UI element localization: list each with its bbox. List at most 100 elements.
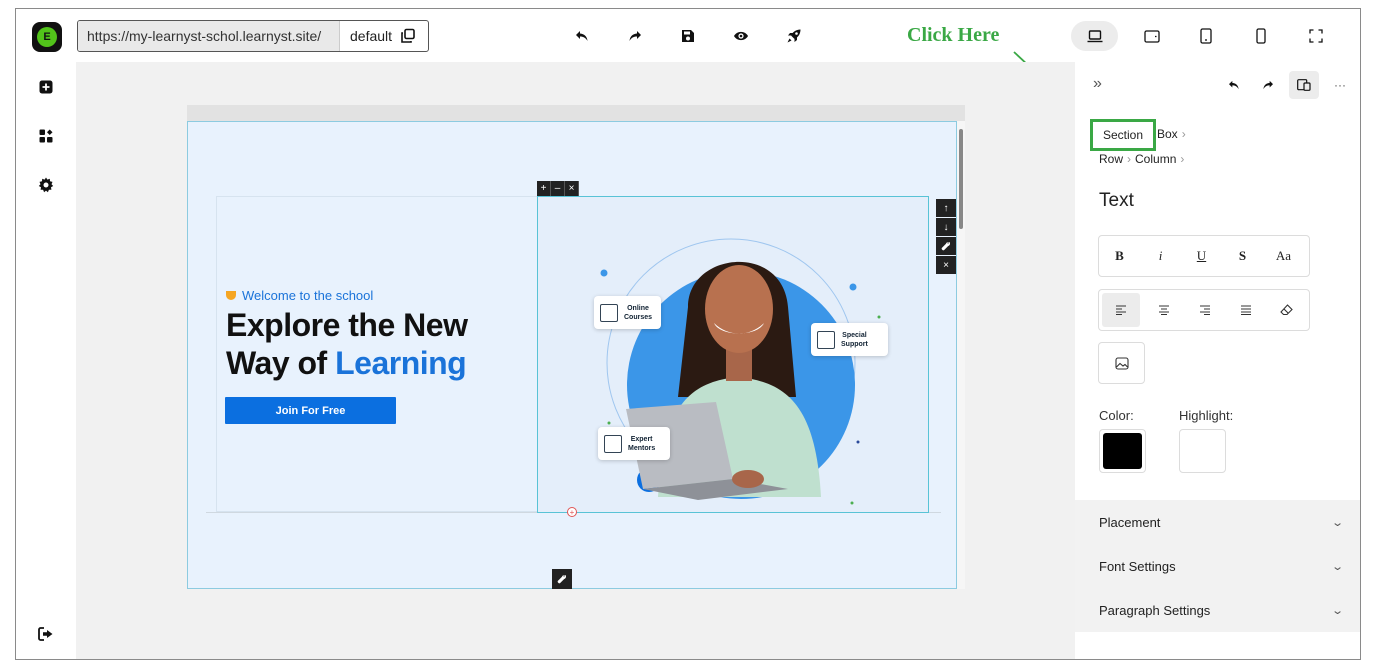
move-up-icon[interactable]: ↑ xyxy=(936,199,956,217)
align-right-icon[interactable] xyxy=(1184,290,1225,330)
breadcrumb-column[interactable]: Column xyxy=(1135,152,1176,166)
theme-name: default xyxy=(350,28,393,44)
underline-button[interactable]: U xyxy=(1181,236,1222,276)
delete-icon[interactable]: × xyxy=(936,256,956,274)
accordion-label: Font Settings xyxy=(1099,558,1176,574)
image-icon xyxy=(1114,356,1129,370)
hero-right-column[interactable]: Online Courses Special Support Expert Me… xyxy=(537,196,929,513)
clear-format-eraser-icon[interactable] xyxy=(1266,290,1307,330)
fullscreen-icon[interactable] xyxy=(1301,21,1331,51)
highlight-label: Highlight: xyxy=(1179,408,1234,423)
paragraph-settings-accordion[interactable]: Paragraph Settings ⌄ xyxy=(1075,588,1360,632)
click-here-annotation: Click Here xyxy=(907,24,1000,46)
card-label: Special xyxy=(842,331,867,339)
site-url-bar: https://my-learnyst-schol.learnyst.site/… xyxy=(77,20,429,52)
join-for-free-button[interactable]: Join For Free xyxy=(225,397,396,424)
left-sidebar xyxy=(16,62,76,659)
site-url-text[interactable]: https://my-learnyst-schol.learnyst.site/ xyxy=(78,21,340,51)
mobile-icon[interactable] xyxy=(1246,21,1276,51)
copy-icon[interactable] xyxy=(400,28,416,44)
hero-headline-line1[interactable]: Explore the New xyxy=(226,307,468,344)
breadcrumb-chevron-icon: › xyxy=(1180,152,1185,166)
panel-title: Text xyxy=(1099,190,1134,211)
panel-redo-icon[interactable] xyxy=(1255,72,1281,98)
desktop-icon xyxy=(1087,29,1102,42)
text-format-group: B i U S Aa xyxy=(1098,235,1310,277)
align-center-icon[interactable] xyxy=(1143,290,1184,330)
breadcrumb-box[interactable]: Box xyxy=(1157,127,1178,141)
logout-icon[interactable] xyxy=(37,625,55,643)
accordion-label: Paragraph Settings xyxy=(1099,602,1211,618)
publish-rocket-icon[interactable] xyxy=(781,23,807,49)
panel-top-actions: ··· xyxy=(1221,71,1353,99)
accordion-label: Placement xyxy=(1099,514,1161,530)
online-courses-card: Online Courses xyxy=(594,296,661,329)
card-label: Courses xyxy=(624,313,653,321)
highlight-picker[interactable] xyxy=(1179,429,1226,473)
hero-headline-line2[interactable]: Way of Learning xyxy=(226,345,467,382)
mentor-icon xyxy=(604,434,622,453)
preview-eye-icon[interactable] xyxy=(728,23,754,49)
card-label: Online xyxy=(627,304,649,312)
welcome-label: Welcome to the school xyxy=(242,288,374,303)
add-column-button[interactable]: + xyxy=(537,181,551,196)
more-options-icon[interactable]: ··· xyxy=(1327,72,1353,98)
bold-button[interactable]: B xyxy=(1099,236,1140,276)
app-logo[interactable]: E xyxy=(32,22,62,52)
breadcrumb-chevron-icon: › xyxy=(1127,152,1132,166)
breadcrumb: Box › xyxy=(1157,127,1186,141)
breadcrumb-row[interactable]: Row xyxy=(1099,152,1123,166)
close-column-button[interactable]: × xyxy=(565,181,579,196)
align-left-icon[interactable] xyxy=(1102,293,1140,327)
settings-gear-icon[interactable] xyxy=(37,176,55,194)
color-picker[interactable] xyxy=(1099,429,1146,473)
card-label: Support xyxy=(841,340,868,348)
breadcrumb-section[interactable]: Section xyxy=(1090,119,1156,151)
cup-icon xyxy=(226,291,236,300)
insert-image-button[interactable] xyxy=(1098,342,1145,384)
breadcrumb-continued: Row › Column › xyxy=(1099,152,1184,166)
text-case-button[interactable]: Aa xyxy=(1263,236,1304,276)
headline-prefix: Way of xyxy=(226,345,336,381)
wrench-icon[interactable] xyxy=(936,237,956,255)
collapse-panel-icon[interactable]: » xyxy=(1093,75,1102,93)
chevron-down-icon: ⌄ xyxy=(1330,516,1344,529)
breadcrumb-chevron-icon: › xyxy=(1181,127,1186,141)
special-support-card: Special Support xyxy=(811,323,888,356)
column-controls: + – × xyxy=(537,181,579,196)
logo-mark-icon: E xyxy=(37,27,57,47)
add-section-icon[interactable]: + xyxy=(567,507,577,517)
move-down-icon[interactable]: ↓ xyxy=(936,218,956,236)
tablet-portrait-icon[interactable] xyxy=(1191,21,1221,51)
color-label: Color: xyxy=(1099,408,1134,423)
chevron-down-icon: ⌄ xyxy=(1330,560,1344,573)
remove-column-button[interactable]: – xyxy=(551,181,565,196)
headline-highlight: Learning xyxy=(335,345,467,381)
color-swatch xyxy=(1103,433,1142,469)
section-settings-wrench-icon[interactable] xyxy=(552,569,572,589)
widgets-icon[interactable] xyxy=(37,127,55,145)
welcome-text[interactable]: Welcome to the school xyxy=(226,288,373,303)
responsive-copy-icon[interactable] xyxy=(1289,71,1319,99)
font-settings-accordion[interactable]: Font Settings ⌄ xyxy=(1075,544,1360,588)
card-label: Expert xyxy=(630,435,653,443)
placement-accordion[interactable]: Placement ⌄ xyxy=(1075,500,1360,544)
card-label: Mentors xyxy=(628,444,656,452)
element-toolbar: ↑ ↓ × xyxy=(936,199,956,275)
tablet-landscape-icon[interactable] xyxy=(1137,21,1167,51)
theme-selector[interactable]: default xyxy=(340,21,428,51)
italic-button[interactable]: i xyxy=(1140,236,1181,276)
device-desktop-button[interactable] xyxy=(1071,21,1118,51)
top-toolbar: E https://my-learnyst-schol.learnyst.sit… xyxy=(16,9,1360,62)
chevron-down-icon: ⌄ xyxy=(1330,604,1344,617)
canvas-scroll-thumb[interactable] xyxy=(959,129,963,229)
add-block-icon[interactable] xyxy=(37,78,55,96)
expert-mentors-card: Expert Mentors xyxy=(598,427,670,460)
panel-undo-icon[interactable] xyxy=(1221,72,1247,98)
undo-icon[interactable] xyxy=(569,23,595,49)
redo-icon[interactable] xyxy=(622,23,648,49)
align-justify-icon[interactable] xyxy=(1225,290,1266,330)
support-icon xyxy=(817,330,835,349)
save-icon[interactable] xyxy=(675,23,701,49)
strikethrough-button[interactable]: S xyxy=(1222,236,1263,276)
